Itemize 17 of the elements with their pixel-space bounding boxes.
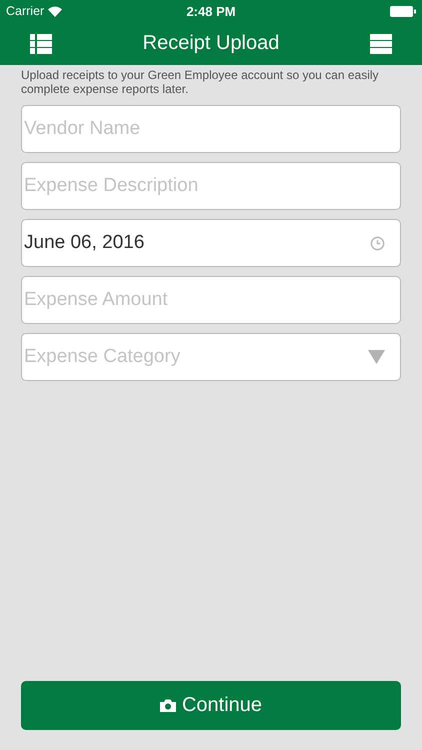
camera-icon xyxy=(160,699,176,712)
input-field[interactable]: Expense Description xyxy=(21,162,401,210)
battery-icon xyxy=(390,6,416,16)
input-field[interactable]: Expense Amount xyxy=(21,276,401,324)
list-icon[interactable] xyxy=(30,34,52,54)
intro-text: Upload receipts to your Green Employee account so you can easily complete expense reports later. xyxy=(21,68,380,96)
page-title: Receipt Upload xyxy=(142,32,280,55)
continue-button[interactable]: Continue xyxy=(21,681,401,730)
input-field[interactable]: Vendor Name xyxy=(21,105,401,153)
clock-icon xyxy=(370,236,385,250)
wifi-icon xyxy=(48,6,62,16)
carrier-label: Carrier xyxy=(6,4,44,18)
input-field[interactable]: June 06, 2016 xyxy=(21,219,401,267)
status-time: 2:48 PM xyxy=(186,4,236,18)
dropdown-field[interactable]: Expense Category xyxy=(21,333,401,381)
dropdown-icon xyxy=(368,350,385,364)
menu-icon[interactable] xyxy=(370,34,392,54)
